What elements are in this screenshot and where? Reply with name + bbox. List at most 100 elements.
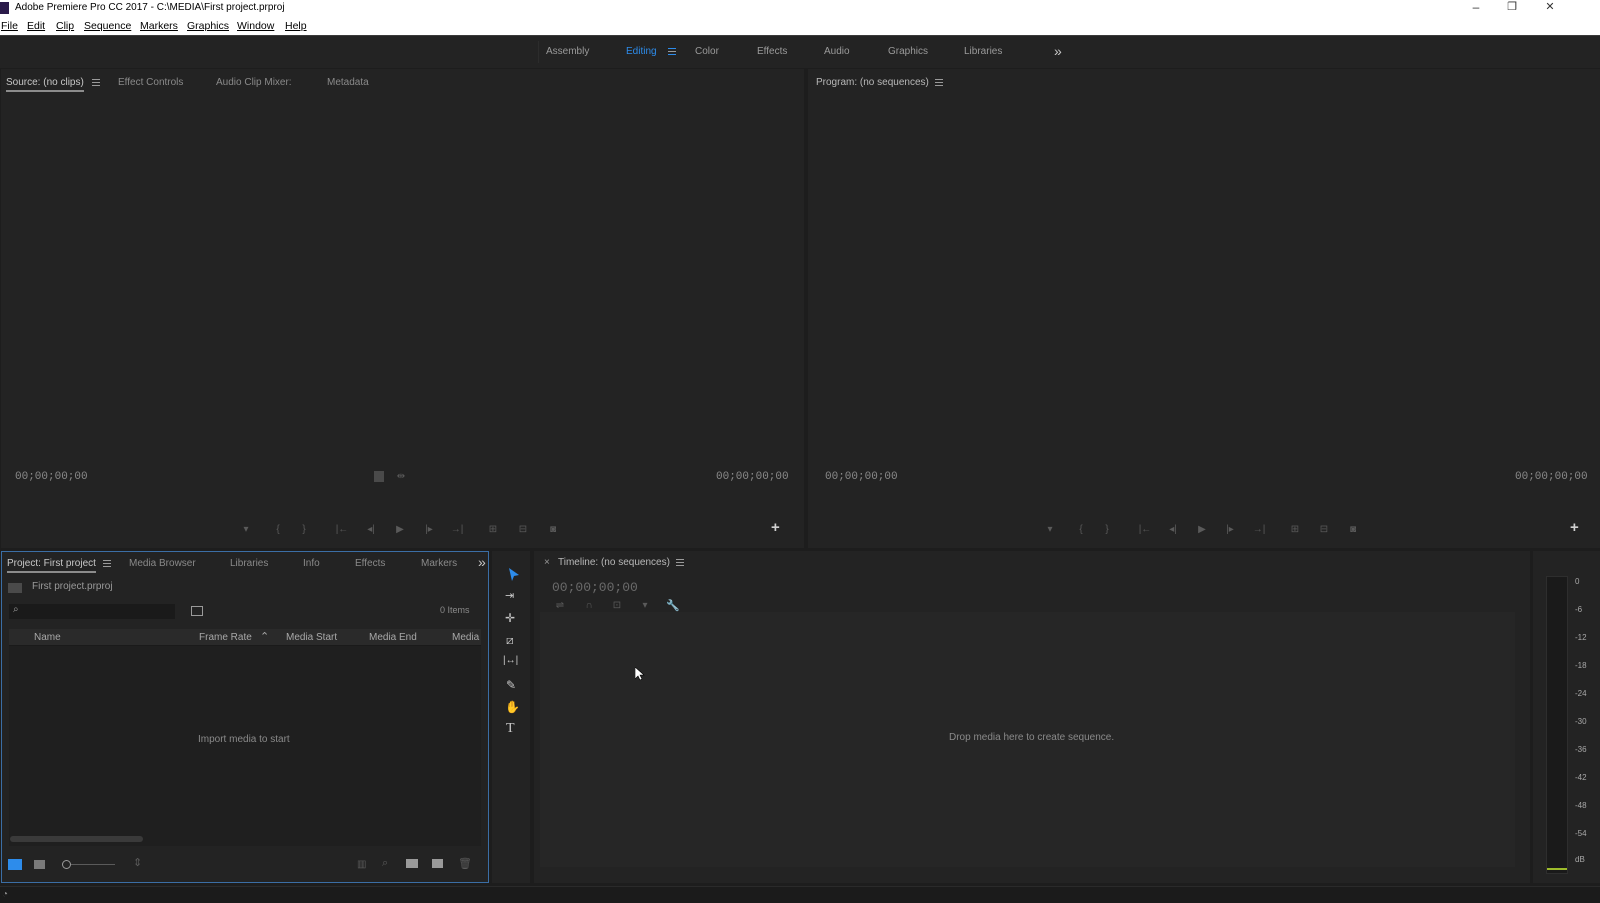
selection-tool-icon[interactable] — [508, 568, 520, 582]
tab-audio-clip-mixer[interactable]: Audio Clip Mixer: — [216, 77, 292, 88]
source-panel-menu-icon[interactable] — [92, 79, 100, 86]
tab-metadata[interactable]: Metadata — [327, 77, 369, 88]
column-name[interactable]: Name — [34, 632, 61, 643]
sort-icons-icon[interactable]: ⇕ — [133, 856, 142, 869]
mark-out-icon[interactable]: } — [297, 524, 311, 535]
column-media-end[interactable]: Media End — [369, 632, 417, 643]
zoom-slider-track[interactable] — [71, 864, 115, 865]
workspace-overflow-icon[interactable]: » — [1054, 43, 1062, 59]
program-add-marker-icon[interactable]: ▾ — [1043, 524, 1057, 535]
tab-effect-controls[interactable]: Effect Controls — [118, 77, 183, 88]
source-drop-menu-icon[interactable] — [374, 471, 384, 482]
sort-ascending-icon[interactable]: ⌃ — [260, 630, 269, 643]
timeline-playhead-timecode[interactable]: 00;00;00;00 — [552, 580, 638, 595]
automate-to-sequence-icon[interactable]: ▥ — [357, 859, 366, 870]
tab-timeline[interactable]: Timeline: (no sequences) — [558, 557, 670, 568]
new-bin-icon[interactable] — [406, 859, 418, 868]
menu-file[interactable]: File — [1, 20, 18, 32]
insert-icon[interactable]: ⊞ — [486, 524, 500, 535]
play-icon[interactable]: ▶ — [393, 524, 407, 535]
program-export-frame-icon[interactable]: ◙ — [1346, 524, 1360, 535]
program-mark-out-icon[interactable]: } — [1100, 524, 1114, 535]
program-go-to-in-icon[interactable]: |← — [1138, 524, 1152, 535]
workspace-libraries[interactable]: Libraries — [964, 46, 1002, 57]
menu-help[interactable]: Help — [285, 20, 307, 32]
add-marker-icon[interactable]: ▾ — [239, 524, 253, 535]
pen-tool-icon[interactable]: ✎ — [506, 678, 516, 692]
timeline-settings-wrench-icon[interactable]: 🔧 — [666, 599, 680, 612]
workspace-color[interactable]: Color — [695, 46, 719, 57]
project-horizontal-scrollbar[interactable] — [10, 836, 143, 842]
minimize-button[interactable]: – — [1458, 0, 1494, 17]
export-frame-icon[interactable]: ◙ — [546, 524, 560, 535]
close-window-button[interactable]: ✕ — [1532, 0, 1568, 17]
column-media-start[interactable]: Media Start — [286, 632, 337, 643]
tab-project[interactable]: Project: First project — [7, 558, 96, 573]
project-panel-menu-icon[interactable] — [103, 560, 111, 567]
program-go-to-out-icon[interactable]: →| — [1252, 524, 1266, 535]
tab-markers[interactable]: Markers — [421, 558, 457, 569]
snap-icon[interactable]: ∩ — [582, 600, 596, 611]
program-button-editor-plus-icon[interactable]: + — [1570, 519, 1579, 536]
track-select-tool-icon[interactable]: ⇥ — [505, 589, 514, 602]
restore-button[interactable]: ❐ — [1494, 0, 1530, 17]
mark-in-icon[interactable]: { — [271, 524, 285, 535]
menu-window[interactable]: Window — [237, 20, 274, 32]
project-search-input[interactable]: ⌕ — [9, 604, 175, 619]
tab-program[interactable]: Program: (no sequences) — [816, 77, 929, 88]
type-tool-icon[interactable]: T — [506, 721, 515, 737]
workspace-editing[interactable]: Editing — [626, 46, 657, 57]
timeline-add-marker-icon[interactable]: ▾ — [638, 600, 652, 611]
step-forward-icon[interactable]: |▸ — [422, 524, 436, 535]
workspace-graphics[interactable]: Graphics — [888, 46, 928, 57]
source-timecode-in[interactable]: 00;00;00;00 — [15, 471, 88, 483]
new-search-bin-icon[interactable] — [191, 606, 203, 616]
column-media[interactable]: Media — [452, 632, 479, 643]
workspace-audio[interactable]: Audio — [824, 46, 850, 57]
menu-markers[interactable]: Markers — [140, 20, 178, 32]
tab-source[interactable]: Source: (no clips) — [6, 77, 84, 92]
slip-tool-icon[interactable]: |↔| — [503, 655, 518, 666]
workspace-editing-menu-icon[interactable] — [668, 48, 676, 55]
linked-selection-icon[interactable]: ⊡ — [610, 600, 624, 611]
tab-media-browser[interactable]: Media Browser — [129, 558, 196, 569]
lift-icon[interactable]: ⊞ — [1288, 524, 1302, 535]
workspace-assembly[interactable]: Assembly — [546, 46, 589, 57]
find-icon[interactable]: ⌕ — [382, 857, 388, 870]
ripple-edit-tool-icon[interactable]: ✛ — [505, 611, 515, 625]
timeline-panel-menu-icon[interactable] — [676, 559, 684, 566]
program-panel-menu-icon[interactable] — [935, 79, 943, 86]
program-mark-in-icon[interactable]: { — [1074, 524, 1088, 535]
tab-effects[interactable]: Effects — [355, 558, 385, 569]
step-back-icon[interactable]: ◂| — [364, 524, 378, 535]
tab-info[interactable]: Info — [303, 558, 320, 569]
column-frame-rate[interactable]: Frame Rate — [199, 632, 252, 643]
timeline-close-icon[interactable]: × — [544, 557, 550, 568]
hand-tool-icon[interactable]: ✋ — [505, 700, 520, 714]
new-item-icon[interactable] — [432, 859, 443, 868]
icon-view-icon[interactable] — [34, 860, 45, 869]
zoom-slider-handle[interactable] — [62, 860, 71, 869]
workspace-effects[interactable]: Effects — [757, 46, 787, 57]
program-timecode-in[interactable]: 00;00;00;00 — [825, 471, 898, 483]
menu-sequence[interactable]: Sequence — [84, 20, 131, 32]
menu-clip[interactable]: Clip — [56, 20, 74, 32]
project-tabs-overflow-icon[interactable]: » — [478, 554, 486, 570]
project-list[interactable] — [9, 646, 481, 846]
tab-libraries[interactable]: Libraries — [230, 558, 268, 569]
program-step-forward-icon[interactable]: |▸ — [1223, 524, 1237, 535]
overwrite-icon[interactable]: ⊟ — [516, 524, 530, 535]
go-to-out-icon[interactable]: →| — [450, 524, 464, 535]
razor-tool-icon[interactable]: ⧄ — [506, 633, 514, 648]
program-play-icon[interactable]: ▶ — [1195, 524, 1209, 535]
menu-edit[interactable]: Edit — [27, 20, 45, 32]
button-editor-plus-icon[interactable]: + — [771, 519, 780, 536]
menu-graphics[interactable]: Graphics — [187, 20, 229, 32]
program-step-back-icon[interactable]: ◂| — [1166, 524, 1180, 535]
list-view-icon[interactable] — [8, 859, 22, 870]
nest-or-individual-icon[interactable]: ⇌ — [553, 600, 567, 611]
go-to-in-icon[interactable]: |← — [335, 524, 349, 535]
source-settings-icon[interactable]: ⇹ — [394, 471, 408, 482]
extract-icon[interactable]: ⊟ — [1317, 524, 1331, 535]
clear-icon[interactable]: 🗑 — [458, 857, 472, 870]
